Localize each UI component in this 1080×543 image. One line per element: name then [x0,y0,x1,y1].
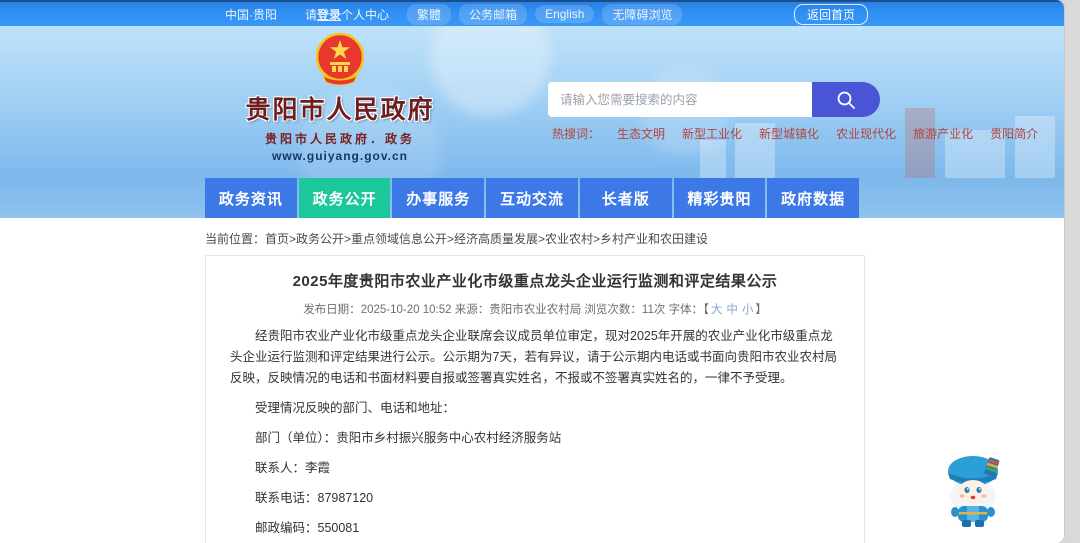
article-paragraph: 部门（单位）：贵阳市乡村振兴服务中心农村经济服务站 [255,431,562,445]
breadcrumb: 当前位置：首页>政务公开>重点领域信息公开>经济高质量发展>农业农村>乡村产业和… [0,218,1064,255]
hot-search-term[interactable]: 生态文明 [617,125,665,142]
cityscape-decor [700,140,726,178]
breadcrumb-label: 当前位置： [205,232,266,246]
site-header: 贵阳市人民政府 贵阳市人民政府．政务 www.guiyang.gov.cn 热搜… [0,26,1064,178]
topbar-login-link[interactable]: 请登录个人中心 [295,4,399,25]
breadcrumb-path[interactable]: 首页>政务公开>重点领域信息公开>经济高质量发展>农业农村>乡村产业和农田建设 [265,232,708,246]
site-url: www.guiyang.gov.cn [271,149,408,163]
article-paragraph: 受理情况反映的部门、电话和地址： [255,401,456,415]
hot-search-term[interactable]: 新型城镇化 [759,125,819,142]
site-name: 贵阳市人民政府 [245,96,435,124]
article-meta: 发布日期：2025-10-20 10:52 来源：贵阳市农业农村局 浏览次数：1… [230,301,840,317]
hot-search-label: 热搜词： [552,127,601,141]
topbar: 中国·贵阳 请登录个人中心 繁體 公务邮箱 English 无障碍浏览 返回首页 [0,0,1064,26]
hot-search-term[interactable]: 旅游产业化 [913,125,973,142]
topbar-link[interactable]: 繁體 [407,3,452,25]
mascot-widget[interactable] [940,450,1006,530]
font-label: 字体： [668,304,704,316]
topbar-link[interactable]: 无障碍浏览 [602,3,683,25]
views-label: 浏览次数： [584,304,642,316]
national-emblem-icon [315,32,365,86]
main-nav: 政务资讯 政务公开 办事服务 互动交流 长者版 精彩贵阳 政府数据 [0,178,1064,218]
search-icon [837,91,855,109]
font-size-controls: 大中小 [709,304,756,316]
article-body: 经贵阳市农业产业化市级重点龙头企业联席会议成员单位审定，现对2025年开展的农业… [230,326,840,543]
cityscape-decor [905,108,935,178]
browser-page: 中国·贵阳 请登录个人中心 繁體 公务邮箱 English 无障碍浏览 返回首页 贵阳市人… [0,0,1064,543]
search-button[interactable] [812,82,880,117]
content: 当前位置：首页>政务公开>重点领域信息公开>经济高质量发展>农业农村>乡村产业和… [0,218,1064,543]
topbar-link[interactable]: 公务邮箱 [459,3,528,25]
font-size-button[interactable]: 中 [726,304,738,316]
font-close: 】 [755,304,767,316]
topbar-link[interactable]: English [535,5,595,23]
nav-tab-政务公开[interactable]: 政务公开 [298,178,391,218]
search-bar [548,82,880,117]
topbar-link[interactable]: 中国·贵阳 [215,4,287,25]
topbar-links: 中国·贵阳 请登录个人中心 繁體 公务邮箱 English 无障碍浏览 [215,3,683,25]
article-paragraph: 联系电话：87987120 [255,491,374,505]
font-size-button[interactable]: 小 [742,304,754,316]
font-size-button[interactable]: 大 [711,304,723,316]
views-value: 11次 [641,304,666,316]
nav-tab-长者版[interactable]: 长者版 [579,178,672,218]
nav-tab-政务资讯[interactable]: 政务资讯 [205,178,297,218]
nav-tab-政府数据[interactable]: 政府数据 [767,178,860,218]
article-title: 2025年度贵阳市农业产业化市级重点龙头企业运行监测和评定结果公示 [292,273,778,290]
nav-tab-精彩贵阳[interactable]: 精彩贵阳 [673,178,766,218]
nav-tab-互动交流[interactable]: 互动交流 [486,178,578,218]
site-logo[interactable]: 贵阳市人民政府 贵阳市人民政府．政务 www.guiyang.gov.cn [230,32,450,163]
site-subtitle: 贵阳市人民政府．政务 [264,132,415,146]
source-label: 来源： [454,304,490,316]
back-to-home-button[interactable]: 返回首页 [793,4,868,25]
article-box: 2025年度贵阳市农业产业化市级重点龙头企业运行监测和评定结果公示 发布日期：2… [205,255,865,543]
nav-tab-办事服务[interactable]: 办事服务 [392,178,485,218]
font-open: 【 [703,304,709,316]
publish-date: 2025-10-20 10:52 [360,304,452,316]
search-input[interactable] [548,82,812,117]
article-paragraph: 邮政编码：550081 [255,521,360,535]
hot-search-term[interactable]: 贵阳简介 [990,125,1038,142]
publish-label: 发布日期： [303,304,361,316]
hot-search: 热搜词： 生态文明 新型工业化 新型城镇化 农业现代化 旅游产业化 贵阳简介 [552,125,1038,142]
source-value: 贵阳市农业农村局 [489,304,582,316]
hot-search-term[interactable]: 农业现代化 [836,125,896,142]
hot-search-term[interactable]: 新型工业化 [682,125,742,142]
article-paragraph: 经贵阳市农业产业化市级重点龙头企业联席会议成员单位审定，现对2025年开展的农业… [230,329,837,385]
article-paragraph: 联系人：李霞 [255,461,331,475]
